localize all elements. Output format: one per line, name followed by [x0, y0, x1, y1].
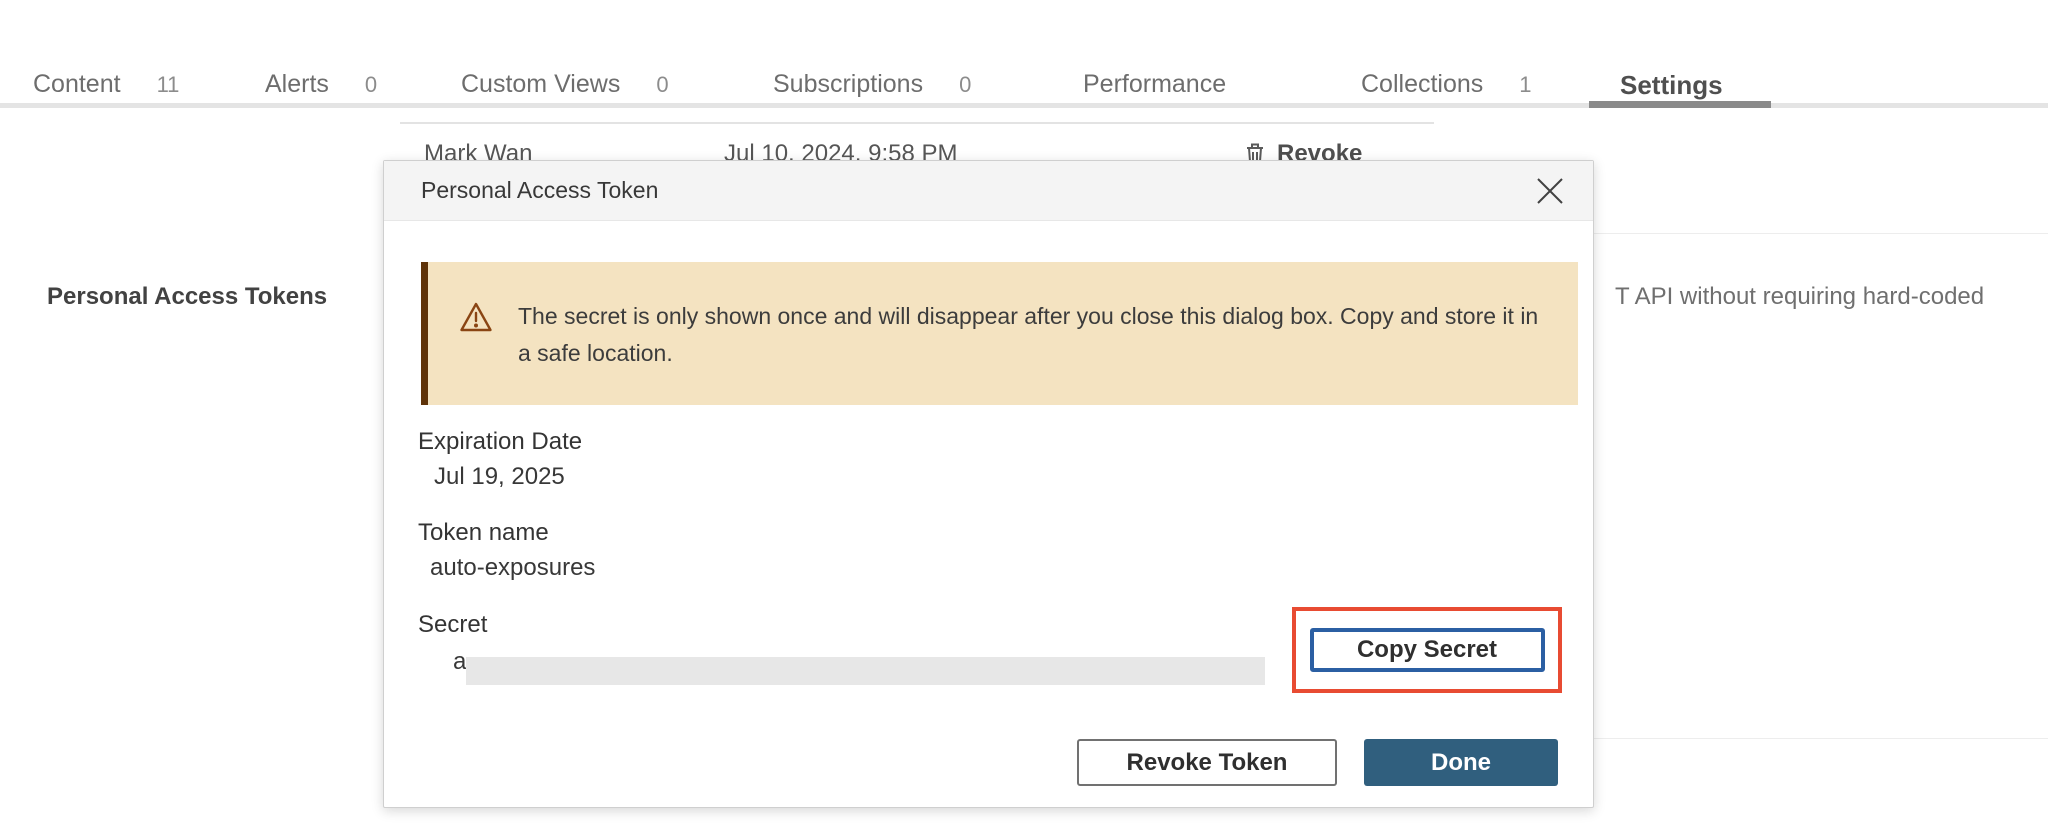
settings-section-divider [1594, 738, 2048, 739]
token-name-label: Token name [418, 519, 549, 547]
annotation-highlight-box: Copy Secret [1292, 607, 1562, 693]
secret-label: Secret [418, 611, 487, 639]
tab-count: 1 [1519, 72, 1531, 98]
tab-performance[interactable]: Performance [1083, 70, 1226, 99]
close-icon [1536, 177, 1564, 208]
tab-label: Custom Views [461, 70, 620, 99]
tab-label: Subscriptions [773, 70, 923, 99]
tab-count: 11 [157, 72, 180, 98]
tab-count: 0 [656, 72, 668, 98]
tab-settings[interactable]: Settings [1620, 70, 1723, 101]
warning-icon [459, 301, 493, 338]
description-text-fragment: T API without requiring hard-coded [1615, 283, 1984, 311]
tab-count: 0 [365, 72, 377, 98]
copy-secret-button[interactable]: Copy Secret [1310, 628, 1545, 672]
tab-count: 0 [959, 72, 971, 98]
tab-subscriptions[interactable]: Subscriptions 0 [773, 70, 971, 99]
personal-access-token-dialog: Personal Access Token The secret is only… [383, 160, 1594, 808]
tab-label: Settings [1620, 70, 1723, 101]
warning-banner: The secret is only shown once and will d… [421, 262, 1578, 405]
expiration-date-label: Expiration Date [418, 428, 582, 456]
table-row-divider [400, 122, 1434, 124]
expiration-date-value: Jul 19, 2025 [434, 463, 565, 491]
tab-alerts[interactable]: Alerts 0 [265, 70, 377, 99]
active-tab-indicator [1589, 101, 1771, 108]
tab-collections[interactable]: Collections 1 [1361, 70, 1532, 99]
tab-custom-views[interactable]: Custom Views 0 [461, 70, 669, 99]
tab-content[interactable]: Content 11 [33, 70, 179, 99]
settings-section-divider [1594, 233, 2048, 234]
profile-tab-bar: Content 11 Alerts 0 Custom Views 0 Subsc… [0, 0, 2048, 108]
dialog-header: Personal Access Token [384, 161, 1593, 221]
personal-access-tokens-label: Personal Access Tokens [47, 283, 327, 311]
revoke-token-button[interactable]: Revoke Token [1077, 739, 1337, 786]
secret-value-prefix: a [453, 648, 466, 676]
warning-text: The secret is only shown once and will d… [518, 298, 1548, 372]
token-name-value: auto-exposures [430, 554, 595, 582]
close-button[interactable] [1535, 177, 1565, 207]
page: Content 11 Alerts 0 Custom Views 0 Subsc… [0, 0, 2048, 828]
tab-label: Performance [1083, 70, 1226, 99]
dialog-title: Personal Access Token [421, 177, 658, 204]
tab-label: Content [33, 70, 121, 99]
tab-label: Alerts [265, 70, 329, 99]
secret-mask-bar [466, 657, 1265, 685]
done-button[interactable]: Done [1364, 739, 1558, 786]
tab-label: Collections [1361, 70, 1483, 99]
